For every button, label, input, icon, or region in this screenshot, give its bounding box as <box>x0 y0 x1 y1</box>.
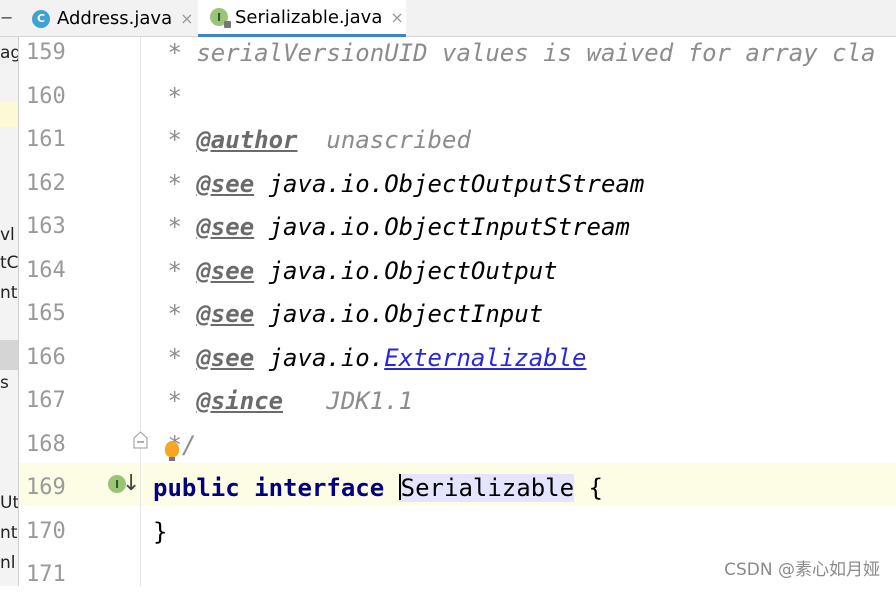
project-panel-selection <box>0 340 18 370</box>
code-line-162: * @see java.io.ObjectOutputStream <box>153 170 645 198</box>
line-number: 161 <box>26 127 66 152</box>
tab-label: Serializable.java <box>235 6 383 28</box>
code-line-170: } <box>153 518 168 546</box>
identifier-serializable: Serializable <box>398 474 575 502</box>
project-item-fragment[interactable]: s <box>0 373 9 393</box>
javadoc-tag: @see <box>196 257 255 285</box>
tab-label: Address.java <box>57 8 173 29</box>
line-number: 159 <box>26 40 66 65</box>
keyword-interface: interface <box>254 474 385 502</box>
lightbulb-icon[interactable] <box>165 441 179 461</box>
watermark: CSDN @素心如月娅 <box>724 560 880 580</box>
line-number: 164 <box>26 258 66 283</box>
code-editor[interactable]: * serialVersionUID values is waived for … <box>141 37 896 586</box>
line-number: 170 <box>26 519 66 544</box>
line-number: 171 <box>26 562 66 587</box>
interface-icon: I <box>210 8 231 28</box>
keyword-public: public <box>153 474 240 502</box>
tab-address-java[interactable]: C Address.java × <box>26 0 196 37</box>
javadoc-tag: @author <box>196 126 298 154</box>
code-line-169: public interface Serializable { <box>153 474 603 502</box>
close-icon[interactable]: × <box>390 8 403 27</box>
project-item-fragment[interactable]: nl <box>0 553 16 573</box>
class-icon: C <box>32 9 50 28</box>
code-line-163: * @see java.io.ObjectInputStream <box>153 213 630 241</box>
project-item-fragment[interactable]: ntr <box>0 283 18 303</box>
line-number: 168 <box>26 432 66 457</box>
project-item-fragment[interactable]: nts <box>0 523 18 543</box>
project-item-fragment[interactable]: Ut <box>0 493 18 513</box>
javadoc-tag: @see <box>196 300 255 328</box>
tab-serializable-java[interactable]: I Serializable.java × <box>198 0 406 37</box>
javadoc-tag: @see <box>196 170 255 198</box>
tab-collapse-icon[interactable]: − <box>0 8 14 28</box>
down-arrow-icon[interactable]: ↓ <box>122 471 140 496</box>
javadoc-tag: @see <box>196 344 255 372</box>
close-icon[interactable]: × <box>180 9 193 28</box>
line-number: 162 <box>26 171 66 196</box>
code-line-161: * @author unascribed <box>153 126 471 154</box>
line-number: 169 <box>26 475 66 500</box>
code-line-166: * @see java.io.Externalizable <box>153 344 587 372</box>
editor-tab-bar: − C Address.java × I Serializable.java × <box>0 0 896 37</box>
code-line-167: * @since JDK1.1 <box>153 387 414 415</box>
code-line-160: * <box>153 83 182 111</box>
project-item-fragment[interactable]: tC <box>0 253 18 273</box>
code-line-165: * @see java.io.ObjectInput <box>153 300 544 328</box>
line-number: 165 <box>26 301 66 326</box>
externalizable-link[interactable]: Externalizable <box>384 344 586 372</box>
code-line-159: * serialVersionUID values is waived for … <box>153 39 876 67</box>
line-number: 166 <box>26 345 66 370</box>
line-number: 167 <box>26 388 66 413</box>
project-panel-highlight <box>0 101 18 127</box>
project-item-fragment[interactable]: ag <box>0 43 18 63</box>
javadoc-tag: @see <box>196 213 255 241</box>
code-line-164: * @see java.io.ObjectOutput <box>153 257 558 285</box>
project-panel-edge[interactable]: ag vl tC ntr s Ut nts nl <box>0 37 19 586</box>
project-item-fragment[interactable]: vl <box>0 225 15 245</box>
line-number: 160 <box>26 84 66 109</box>
line-number-gutter[interactable]: 159 160 161 162 163 164 165 166 167 168 … <box>19 37 148 587</box>
line-number: 163 <box>26 214 66 239</box>
javadoc-tag: @since <box>196 387 284 415</box>
